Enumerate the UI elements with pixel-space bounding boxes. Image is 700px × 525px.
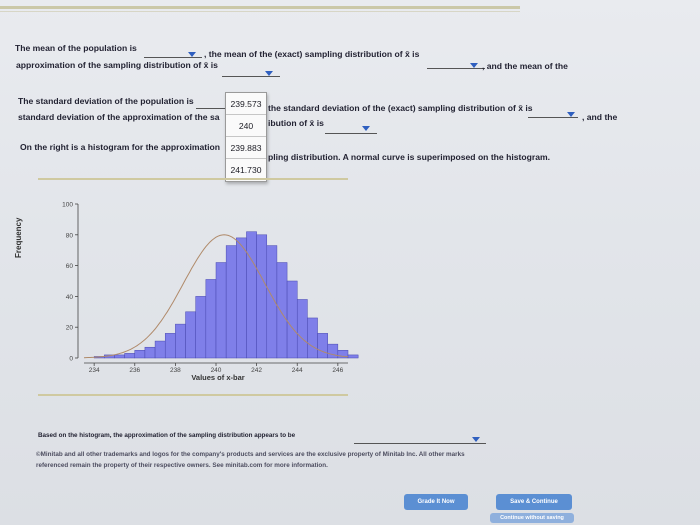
y-tick-label: 40: [66, 294, 74, 301]
q1-text-start: The mean of the population is: [15, 43, 137, 53]
q1-text-end: , and the mean of the: [482, 61, 568, 71]
x-tick-label: 246: [332, 367, 343, 374]
q2-text-middle: the standard deviation of the (exact) sa…: [268, 103, 533, 113]
histogram-bar: [276, 262, 288, 359]
histogram-bar: [256, 234, 268, 359]
q1-text-line2: approximation of the sampling distributi…: [16, 60, 218, 70]
histogram-bar: [296, 299, 308, 359]
dropdown-option[interactable]: 239.573: [226, 93, 266, 115]
q2-population-sd-dropdown[interactable]: [196, 99, 226, 109]
histogram-bar: [317, 333, 328, 359]
histogram-bar: [307, 317, 318, 359]
histogram-bar: [195, 296, 207, 359]
top-divider-thin: [0, 11, 520, 12]
histogram-bar: [327, 343, 339, 359]
chevron-down-icon[interactable]: [470, 63, 478, 68]
histogram-bar: [154, 340, 166, 359]
y-tick-label: 20: [66, 325, 74, 332]
histogram-bar: [286, 280, 298, 359]
x-tick-label: 234: [89, 367, 100, 374]
y-tick-label: 80: [66, 232, 74, 239]
chevron-down-icon[interactable]: [362, 126, 370, 131]
trademark-line1: ©Minitab and all other trademarks and lo…: [36, 451, 465, 458]
q2-text-line2a: standard deviation of the approximation …: [18, 112, 220, 122]
histogram-bar: [205, 279, 217, 359]
chevron-down-icon[interactable]: [567, 112, 575, 117]
chevron-down-icon[interactable]: [472, 437, 480, 442]
histogram-chart: 020406080100234 236 238 240 242 244 246Values …: [62, 202, 359, 382]
sd-options-dropdown[interactable]: 239.573 240 239.883 241.730: [225, 92, 267, 182]
y-tick-label: 60: [66, 263, 74, 270]
histogram-bar: [124, 353, 136, 359]
dropdown-option[interactable]: 240: [226, 115, 266, 137]
q2-text-line2b: ibution of x̄ is: [268, 118, 324, 128]
x-tick-label: 242: [251, 367, 262, 374]
y-axis-label: Frequency: [14, 217, 23, 258]
q4-shape-dropdown[interactable]: [354, 434, 486, 444]
histogram-bar: [185, 311, 196, 359]
histogram-bar: [134, 350, 146, 359]
section-divider: [38, 178, 348, 180]
q3-text-end: pling distribution. A normal curve is su…: [268, 152, 551, 162]
section-divider: [38, 394, 348, 396]
continue-without-saving-button[interactable]: Continue without saving: [490, 513, 574, 523]
histogram-bar: [114, 354, 125, 359]
chevron-down-icon[interactable]: [265, 71, 273, 76]
histogram-bar: [225, 245, 237, 359]
q1-text-middle: , the mean of the (exact) sampling distr…: [204, 49, 420, 59]
y-tick-label: 0: [69, 356, 73, 363]
x-tick-label: 244: [292, 367, 303, 374]
x-tick-label: 236: [129, 367, 140, 374]
q4-text: Based on the histogram, the approximatio…: [38, 432, 296, 439]
grade-it-now-button[interactable]: Grade It Now: [404, 494, 468, 510]
trademark-line2: referenced remain the property of their …: [36, 462, 328, 469]
y-tick-label: 100: [62, 202, 73, 209]
histogram-bar: [175, 323, 186, 359]
x-tick-label: 238: [170, 367, 181, 374]
x-axis-label: Values of x-bar: [191, 373, 244, 382]
q3-text-start: On the right is a histogram for the appr…: [20, 142, 221, 152]
histogram-bar: [236, 237, 247, 359]
save-continue-button[interactable]: Save & Continue: [496, 494, 572, 510]
q2-text-end: , and the: [582, 112, 618, 122]
histogram-bar: [164, 333, 176, 359]
dropdown-option[interactable]: 239.883: [226, 137, 266, 159]
chevron-down-icon[interactable]: [188, 52, 196, 57]
top-divider: [0, 6, 520, 9]
histogram-bar: [215, 262, 227, 359]
histogram-bar: [347, 354, 359, 359]
histogram-bar: [246, 231, 257, 359]
histogram-bar: [144, 346, 156, 359]
q2-text-start: The standard deviation of the population…: [18, 96, 194, 106]
